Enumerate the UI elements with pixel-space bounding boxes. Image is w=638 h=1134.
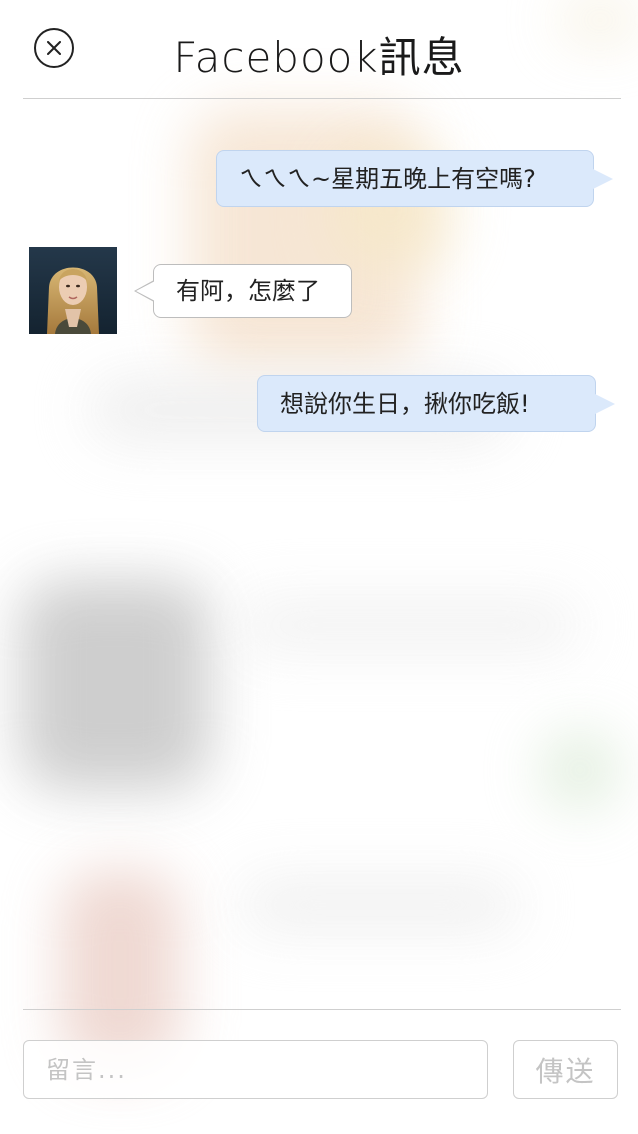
avatar-portrait [29,247,117,334]
header-divider [23,98,621,99]
message-bubble-outgoing: 想說你生日，揪你吃飯! [257,375,615,432]
comment-input[interactable] [23,1040,488,1099]
composer-divider [23,1009,621,1010]
messenger-screen: Facebook訊息 ㄟㄟㄟ~星期五晚上有空嗎? 有阿，怎麼了 想說你生日，揪你… [0,0,638,1134]
send-button[interactable]: 傳送 [513,1040,618,1099]
message-bubble-incoming: 有阿，怎麼了 [134,264,352,318]
message-bubble-outgoing: ㄟㄟㄟ~星期五晚上有空嗎? [216,150,613,207]
avatar[interactable] [29,247,117,334]
page-title: Facebook訊息 [173,33,465,82]
header: Facebook訊息 [0,0,638,98]
